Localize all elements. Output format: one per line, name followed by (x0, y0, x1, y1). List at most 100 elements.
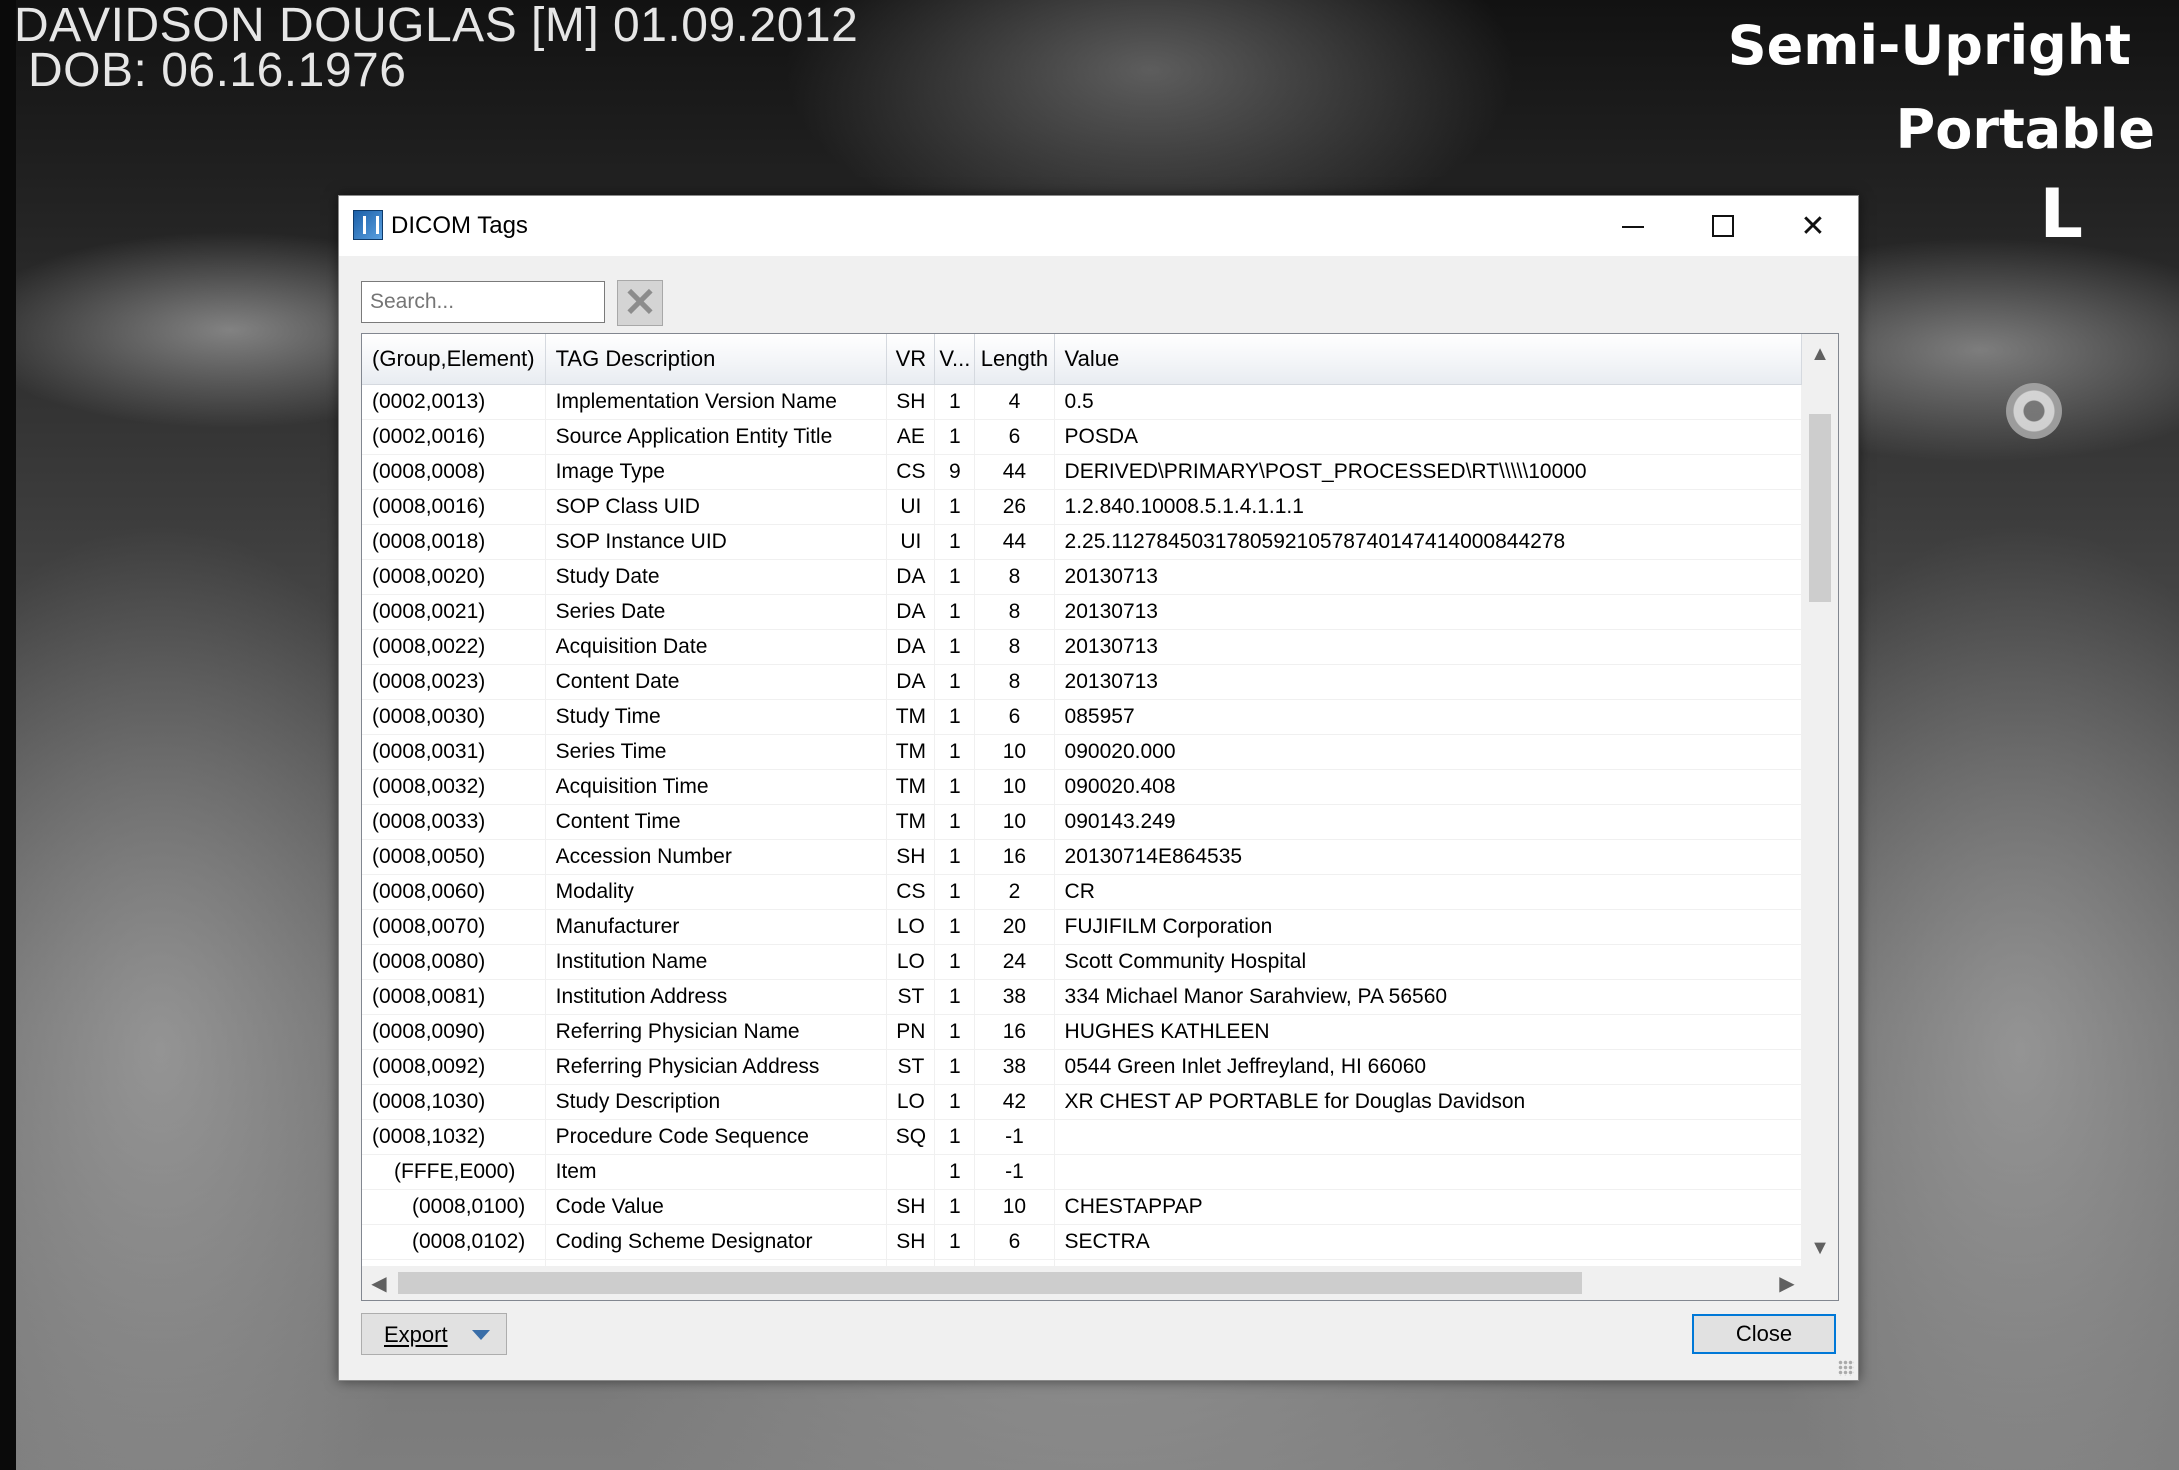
cell-group-element: (0008,0050) (362, 839, 546, 875)
cell-length: 16 (974, 839, 1055, 875)
cell-vm: 1 (934, 874, 976, 910)
table-row[interactable]: (0008,0100) Code Value SH 1 10 CHESTAPPAP (362, 1189, 1802, 1225)
table-row[interactable]: (0008,0080) Institution Name LO 1 24 Scott Co… (362, 944, 1802, 980)
vertical-scroll-thumb[interactable] (1809, 414, 1831, 602)
table-row[interactable]: (0008,1030) Study Description LO 1 42 XR CHES… (362, 1084, 1802, 1120)
cell-vr: ST (886, 979, 936, 1015)
column-header-group-element[interactable]: (Group,Element) (362, 334, 546, 385)
table-row[interactable]: (0008,0008) Image Type CS 9 44 DERIVED\PRIMAR… (362, 454, 1802, 490)
cell-group-element: (0008,0100) (362, 1189, 546, 1225)
chevron-down-icon[interactable] (466, 1323, 496, 1347)
cell-vr: TM (886, 804, 936, 840)
cell-length: -1 (974, 1119, 1055, 1155)
scroll-right-icon[interactable]: ▶ (1770, 1266, 1804, 1300)
cell-length: 20 (974, 909, 1055, 945)
table-row[interactable]: (FFFE,E000) Item 1 -1 (362, 1154, 1802, 1190)
cell-description: Modality (545, 874, 888, 910)
maximize-icon (1712, 215, 1734, 237)
table-row[interactable]: (0002,0016) Source Application Entity Tit… (362, 419, 1802, 455)
maximize-button[interactable] (1678, 196, 1768, 256)
scroll-corner (1802, 1266, 1838, 1300)
column-header-vm[interactable]: V... (934, 334, 976, 385)
table-row[interactable]: (0008,0016) SOP Class UID UI 1 26 1.2.840.100… (362, 489, 1802, 525)
table-row[interactable]: (0008,0030) Study Time TM 1 6 085957 (362, 699, 1802, 735)
table-row[interactable]: (0008,0031) Series Time TM 1 10 090020.000 (362, 734, 1802, 770)
cell-vm: 1 (934, 1224, 976, 1260)
table-row[interactable]: (0008,0021) Series Date DA 1 8 20130713 (362, 594, 1802, 630)
table-row[interactable]: (0008,0020) Study Date DA 1 8 20130713 (362, 559, 1802, 595)
minimize-button[interactable] (1588, 196, 1678, 256)
cell-length: 38 (974, 1049, 1055, 1085)
table-row[interactable]: (0008,1032) Procedure Code Sequence SQ 1 -1 (362, 1119, 1802, 1155)
table-row[interactable]: (0008,0090) Referring Physician Name PN 1 16… (362, 1014, 1802, 1050)
close-button[interactable]: Close (1692, 1314, 1836, 1354)
cell-description: Series Date (545, 594, 888, 630)
table-row[interactable]: (0008,0033) Content Time TM 1 10 090143.249 (362, 804, 1802, 840)
scroll-left-icon[interactable]: ◀ (362, 1266, 396, 1300)
scroll-down-icon[interactable]: ▼ (1802, 1230, 1838, 1266)
cell-vr (886, 1154, 936, 1190)
cell-length: 44 (974, 454, 1055, 490)
cell-vm: 9 (934, 454, 976, 490)
export-button[interactable]: Export (361, 1313, 507, 1355)
cell-vm: 1 (934, 734, 976, 770)
column-header-length[interactable]: Length (974, 334, 1055, 385)
resize-grip[interactable] (1838, 1360, 1854, 1376)
cell-vm: 1 (934, 1049, 976, 1085)
cell-vm: 1 (934, 769, 976, 805)
cell-vm: 1 (934, 944, 976, 980)
cell-description: Accession Number (545, 839, 888, 875)
table-row[interactable]: (0008,0032) Acquisition Time TM 1 10 090020.4… (362, 769, 1802, 805)
cell-description: Referring Physician Name (545, 1014, 888, 1050)
table-row[interactable]: (0002,0013) Implementation Version Name SH… (362, 384, 1802, 420)
table-row[interactable]: (0008,0050) Accession Number SH 1 16 20130714… (362, 839, 1802, 875)
cell-description: Institution Address (545, 979, 888, 1015)
column-header-value[interactable]: Value (1054, 334, 1802, 385)
cell-group-element: (0008,0081) (362, 979, 546, 1015)
cell-description: SOP Class UID (545, 489, 888, 525)
cell-length: 8 (974, 559, 1055, 595)
cell-vr: DA (886, 629, 936, 665)
column-header-vr[interactable]: VR (886, 334, 936, 385)
cell-description: Image Type (545, 454, 888, 490)
patient-dob-line: DOB: 06.16.1976 (28, 44, 407, 97)
cell-value: 090020.408 (1054, 769, 1802, 805)
cell-description: Study Date (545, 559, 888, 595)
cell-length: 6 (974, 1224, 1055, 1260)
close-window-button[interactable]: ✕ (1768, 196, 1858, 256)
cell-description: Coding Scheme Designator (545, 1224, 888, 1260)
cell-value: 334 Michael Manor Sarahview, PA 56560 (1054, 979, 1802, 1015)
cell-value: 2.25.11278450317805921057874014741400084… (1054, 524, 1802, 560)
cell-group-element: (0008,0090) (362, 1014, 546, 1050)
table-row[interactable]: (0008,0070) Manufacturer LO 1 20 FUJIFILM Cor… (362, 909, 1802, 945)
search-box[interactable] (361, 281, 605, 323)
horizontal-scrollbar[interactable]: ◀ ▶ (362, 1266, 1804, 1300)
vertical-scrollbar[interactable]: ▲ ▼ (1802, 334, 1838, 1266)
cell-vm: 1 (934, 419, 976, 455)
table-row[interactable]: (0008,0081) Institution Address ST 1 38 334 M… (362, 979, 1802, 1015)
column-header-description[interactable]: TAG Description (545, 334, 888, 385)
table-row[interactable]: (0008,0092) Referring Physician Address ST… (362, 1049, 1802, 1085)
cell-length: 8 (974, 664, 1055, 700)
cell-vm: 1 (934, 909, 976, 945)
cell-vr: LO (886, 909, 936, 945)
table-row[interactable]: (0008,0018) SOP Instance UID UI 1 44 2.25.112… (362, 524, 1802, 560)
title-bar[interactable]: DICOM Tags ✕ (339, 196, 1858, 256)
scroll-up-icon[interactable]: ▲ (1802, 336, 1838, 372)
clear-search-button[interactable]: ✕ (617, 280, 663, 326)
cell-length: 8 (974, 594, 1055, 630)
cell-group-element: (0002,0016) (362, 419, 546, 455)
cell-group-element: (0008,0021) (362, 594, 546, 630)
search-input[interactable] (362, 282, 604, 322)
cell-length: 10 (974, 734, 1055, 770)
table-row[interactable]: (0008,0023) Content Date DA 1 8 20130713 (362, 664, 1802, 700)
table-row[interactable]: (0008,0022) Acquisition Date DA 1 8 20130713 (362, 629, 1802, 665)
horizontal-scroll-thumb[interactable] (398, 1272, 1582, 1294)
cell-vm: 1 (934, 384, 976, 420)
cell-vr: SQ (886, 1119, 936, 1155)
table-row[interactable]: (0008,0102) Coding Scheme Designator SH 1 6 S… (362, 1224, 1802, 1260)
cell-length: 42 (974, 1084, 1055, 1120)
table-row[interactable]: (0008,0060) Modality CS 1 2 CR (362, 874, 1802, 910)
position-label: Semi-Upright (1727, 14, 2131, 77)
cell-vr: LO (886, 944, 936, 980)
